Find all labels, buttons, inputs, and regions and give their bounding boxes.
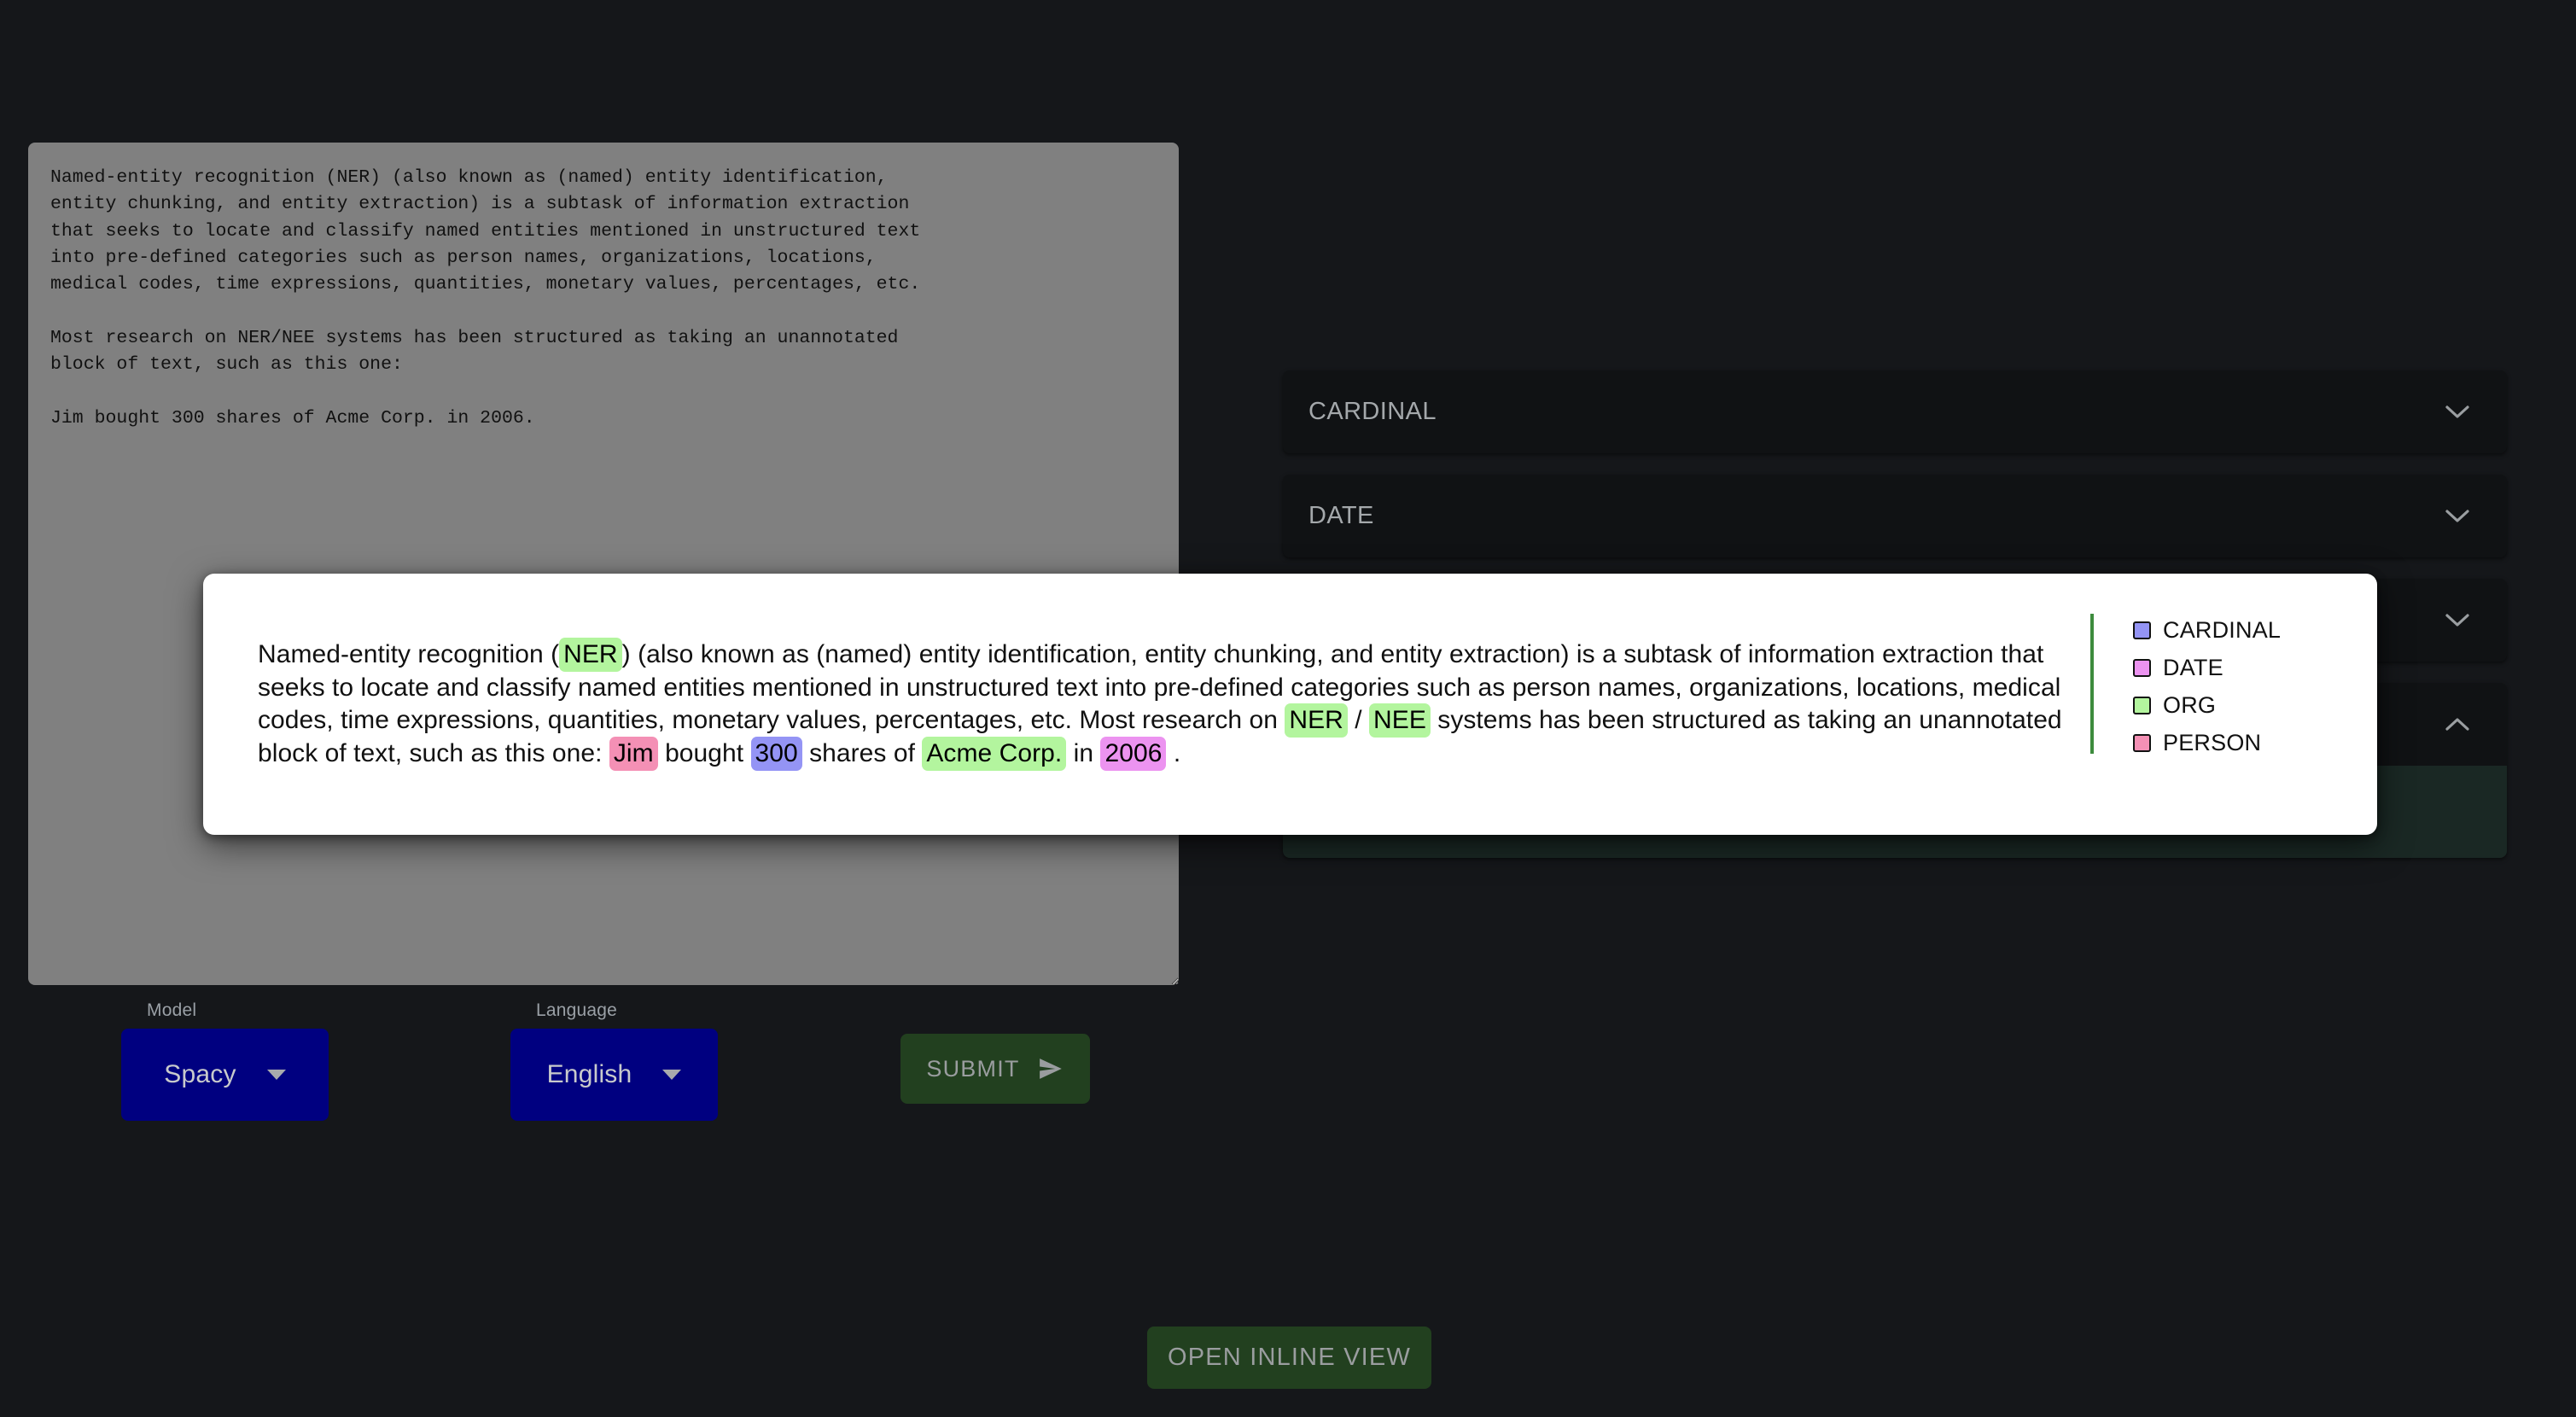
legend-label: DATE — [2163, 654, 2223, 680]
legend-item-date: DATE — [2133, 649, 2346, 686]
legend-label: ORG — [2163, 691, 2217, 718]
text-segment: . — [1166, 738, 1181, 767]
entity-highlight-person: Jim — [609, 736, 658, 771]
entity-highlight-org: NER — [1285, 703, 1348, 738]
text-segment: Named-entity recognition ( — [258, 640, 560, 668]
model-value: Spacy — [164, 1060, 236, 1088]
text-segment: bought — [657, 738, 751, 767]
accordion-title: DATE — [1308, 502, 1374, 529]
legend-swatch-icon — [2133, 658, 2151, 677]
chevron-up-icon[interactable] — [2445, 717, 2469, 732]
entity-modal: Named-entity recognition (NER) (also kno… — [203, 574, 2377, 835]
input-textarea[interactable]: Named-entity recognition (NER) (also kno… — [28, 143, 1179, 985]
entity-legend: CARDINAL DATE ORG PERSON — [2090, 611, 2346, 761]
chevron-down-icon[interactable] — [2445, 509, 2469, 523]
entity-highlight-cardinal: 300 — [750, 736, 802, 771]
legend-swatch-icon — [2133, 621, 2151, 639]
legend-item-cardinal: CARDINAL — [2133, 611, 2346, 649]
language-value: English — [546, 1060, 632, 1088]
legend-swatch-icon — [2133, 733, 2151, 752]
text-segment: shares of — [801, 738, 923, 767]
legend-label: PERSON — [2163, 729, 2262, 755]
legend-label: CARDINAL — [2163, 616, 2282, 643]
model-label: Model — [147, 1000, 197, 1020]
entity-highlight-org: NEE — [1369, 703, 1431, 738]
accordion-cardinal: CARDINAL — [1283, 370, 2507, 453]
entity-highlight-date: 2006 — [1100, 736, 1167, 771]
annotated-text: Named-entity recognition (NER) (also kno… — [258, 638, 2090, 771]
accordion-date: DATE — [1283, 475, 2507, 557]
chevron-down-icon[interactable] — [2445, 405, 2469, 419]
open-inline-view-label: OPEN INLINE VIEW — [1167, 1344, 1412, 1371]
language-label: Language — [536, 1000, 618, 1020]
text-segment: / — [1347, 706, 1370, 734]
legend-item-person: PERSON — [2133, 724, 2346, 761]
accordion-header-cardinal[interactable]: CARDINAL — [1283, 370, 2507, 453]
accordion-header-date[interactable]: DATE — [1283, 475, 2507, 557]
chevron-down-icon[interactable] — [2445, 613, 2469, 627]
open-inline-view-button[interactable]: OPEN INLINE VIEW — [1147, 1327, 1431, 1389]
text-segment: in — [1066, 738, 1101, 767]
chevron-down-icon — [662, 1070, 682, 1080]
language-select[interactable]: Language English — [510, 1000, 718, 1121]
submit-button[interactable]: SUBMIT — [900, 1034, 1090, 1104]
accordion-title: CARDINAL — [1308, 398, 1437, 425]
legend-divider — [2090, 614, 2094, 754]
entity-highlight-org: Acme Corp. — [922, 736, 1067, 771]
legend-swatch-icon — [2133, 696, 2151, 714]
chevron-down-icon — [266, 1070, 286, 1080]
entity-highlight-org: NER — [559, 638, 622, 672]
send-icon — [1035, 1056, 1064, 1082]
model-select[interactable]: Model Spacy — [121, 1000, 329, 1121]
legend-item-org: ORG — [2133, 686, 2346, 724]
submit-button-label: SUBMIT — [926, 1055, 1020, 1082]
